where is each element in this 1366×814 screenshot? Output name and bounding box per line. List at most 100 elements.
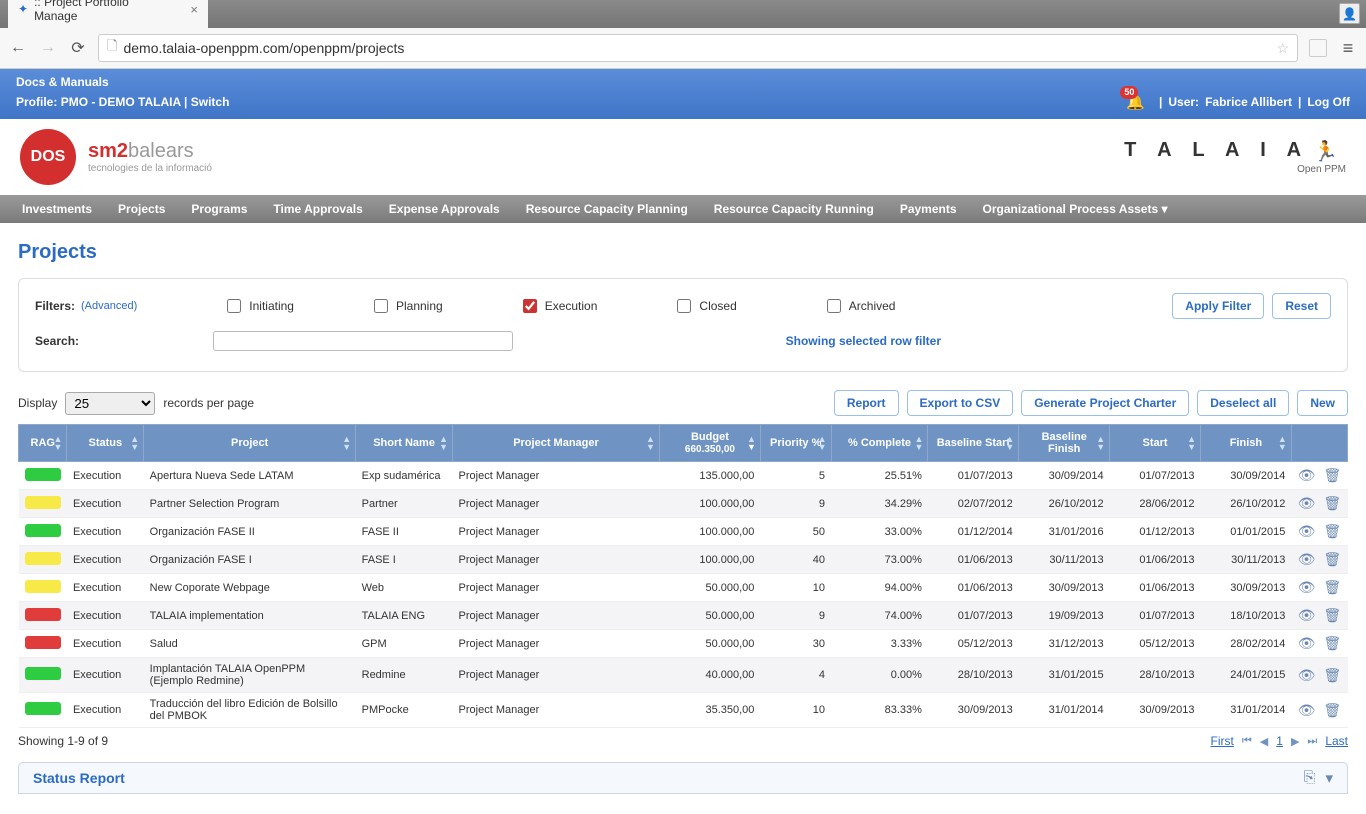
generate-charter-button[interactable]: Generate Project Charter [1021,390,1189,416]
back-button[interactable]: ← [8,38,28,58]
view-icon[interactable]: 👁 [1298,702,1316,719]
close-icon[interactable]: × [190,2,198,17]
cell-complete: 25.51% [831,462,928,490]
chevron-down-icon[interactable]: ▾ [1325,769,1333,787]
table-row[interactable]: ExecutionTALAIA implementationTALAIA ENG… [19,602,1348,630]
user-name[interactable]: Fabrice Allibert [1205,95,1292,109]
last-link[interactable]: Last [1325,734,1348,748]
nav-programs[interactable]: Programs [179,195,259,223]
logoff-link[interactable]: Log Off [1307,95,1350,109]
export-csv-button[interactable]: Export to CSV [907,390,1014,416]
report-button[interactable]: Report [834,390,899,416]
view-icon[interactable]: 👁 [1298,579,1316,596]
table-row[interactable]: ExecutionApertura Nueva Sede LATAMExp su… [19,462,1348,490]
delete-icon[interactable]: 🗑 [1323,495,1341,512]
delete-icon[interactable]: 🗑 [1323,607,1341,624]
view-icon[interactable]: 👁 [1298,523,1316,540]
delete-icon[interactable]: 🗑 [1323,702,1341,719]
switch-link[interactable]: Switch [191,95,230,109]
table-row[interactable]: ExecutionPartner Selection ProgramPartne… [19,490,1348,518]
delete-icon[interactable]: 🗑 [1323,635,1341,652]
table-row[interactable]: ExecutionSaludGPMProject Manager50.000,0… [19,630,1348,658]
last-page-icon[interactable]: ⏭ [1307,735,1317,748]
selected-row-filter-link[interactable]: Showing selected row filter [786,334,941,348]
nav-payments[interactable]: Payments [888,195,969,223]
col-bfinish[interactable]: Baseline Finish▲▼ [1019,425,1110,462]
table-row[interactable]: ExecutionNew Coporate WebpageWebProject … [19,574,1348,602]
col-rag[interactable]: RAG▲▼ [19,425,67,462]
prev-page-icon[interactable]: ◀ [1260,735,1268,748]
view-icon[interactable]: 👁 [1298,551,1316,568]
nav-resource-capacity-running[interactable]: Resource Capacity Running [702,195,886,223]
new-button[interactable]: New [1297,390,1348,416]
col-bstart[interactable]: Baseline Start▲▼ [928,425,1019,462]
cell-status: Execution [67,693,144,728]
delete-icon[interactable]: 🗑 [1323,579,1341,596]
col-complete[interactable]: % Complete▲▼ [831,425,928,462]
advanced-link[interactable]: (Advanced) [81,300,137,312]
cell-status: Execution [67,574,144,602]
table-row[interactable]: ExecutionOrganización FASE IFASE IProjec… [19,546,1348,574]
view-icon[interactable]: 👁 [1298,467,1316,484]
view-icon[interactable]: 👁 [1298,635,1316,652]
view-icon[interactable]: 👁 [1298,607,1316,624]
delete-icon[interactable]: 🗑 [1323,523,1341,540]
archived-checkbox[interactable]: Archived [827,299,896,313]
reload-button[interactable]: ⟳ [68,38,88,58]
col-project[interactable]: Project▲▼ [144,425,356,462]
delete-icon[interactable]: 🗑 [1323,467,1341,484]
nav-projects[interactable]: Projects [106,195,177,223]
col-pm[interactable]: Project Manager▲▼ [453,425,660,462]
url-input[interactable] [123,40,1270,56]
search-input[interactable] [213,331,513,351]
nav-organizational-process-assets[interactable]: Organizational Process Assets ▾ [971,195,1180,223]
planning-checkbox[interactable]: Planning [374,299,443,313]
view-icon[interactable]: 👁 [1298,667,1316,684]
next-page-icon[interactable]: ▶ [1291,735,1299,748]
first-page-icon[interactable]: ⏮ [1242,735,1252,748]
bookmark-icon[interactable]: ☆ [1276,40,1289,57]
cell-start: 28/10/2013 [1110,658,1201,693]
col-budget[interactable]: Budget660.350,00▲▼ [659,425,760,462]
delete-icon[interactable]: 🗑 [1323,551,1341,568]
url-bar[interactable]: 🗋 ☆ [98,34,1298,62]
cell-project: TALAIA implementation [144,602,356,630]
first-link[interactable]: First [1211,734,1234,748]
pager: First ⏮ ◀ 1 ▶ ⏭ Last [1211,734,1348,748]
view-icon[interactable]: 👁 [1298,495,1316,512]
status-report-panel[interactable]: Status Report ⎘ ▾ [18,762,1348,794]
delete-icon[interactable]: 🗑 [1323,667,1341,684]
page-number[interactable]: 1 [1276,734,1283,748]
nav-resource-capacity-planning[interactable]: Resource Capacity Planning [514,195,700,223]
records-label: records per page [163,396,254,410]
table-row[interactable]: ExecutionImplantación TALAIA OpenPPM (Ej… [19,658,1348,693]
nav-time-approvals[interactable]: Time Approvals [261,195,374,223]
deselect-all-button[interactable]: Deselect all [1197,390,1289,416]
initiating-checkbox[interactable]: Initiating [227,299,294,313]
col-finish[interactable]: Finish▲▼ [1200,425,1291,462]
notifications-button[interactable]: 50 🔔 [1126,93,1145,111]
table-row[interactable]: ExecutionOrganización FASE IIFASE IIProj… [19,518,1348,546]
browser-tab[interactable]: ✦ :: Project Portfolio Manage × [8,0,208,28]
docs-link[interactable]: Docs & Manuals [16,75,109,89]
execution-checkbox[interactable]: Execution [523,299,598,313]
closed-checkbox[interactable]: Closed [677,299,736,313]
reset-button[interactable]: Reset [1272,293,1331,319]
rag-indicator [25,468,61,481]
nav-expense-approvals[interactable]: Expense Approvals [377,195,512,223]
col-status[interactable]: Status▲▼ [67,425,144,462]
cell-start: 01/07/2013 [1110,602,1201,630]
col-priority[interactable]: Priority %▲▼ [760,425,831,462]
export-icon[interactable]: ⎘ [1303,769,1315,787]
table-row[interactable]: ExecutionTraducción del libro Edición de… [19,693,1348,728]
extensions-icon[interactable] [1308,38,1328,58]
page-size-select[interactable]: 25 [65,392,155,415]
chrome-profile-icon[interactable]: 👤 [1339,3,1360,24]
forward-button[interactable]: → [38,38,58,58]
chrome-menu-icon[interactable]: ≡ [1338,38,1358,58]
col-short[interactable]: Short Name▲▼ [356,425,453,462]
apply-filter-button[interactable]: Apply Filter [1172,293,1264,319]
cell-project: Organización FASE II [144,518,356,546]
nav-investments[interactable]: Investments [10,195,104,223]
col-start[interactable]: Start▲▼ [1110,425,1201,462]
